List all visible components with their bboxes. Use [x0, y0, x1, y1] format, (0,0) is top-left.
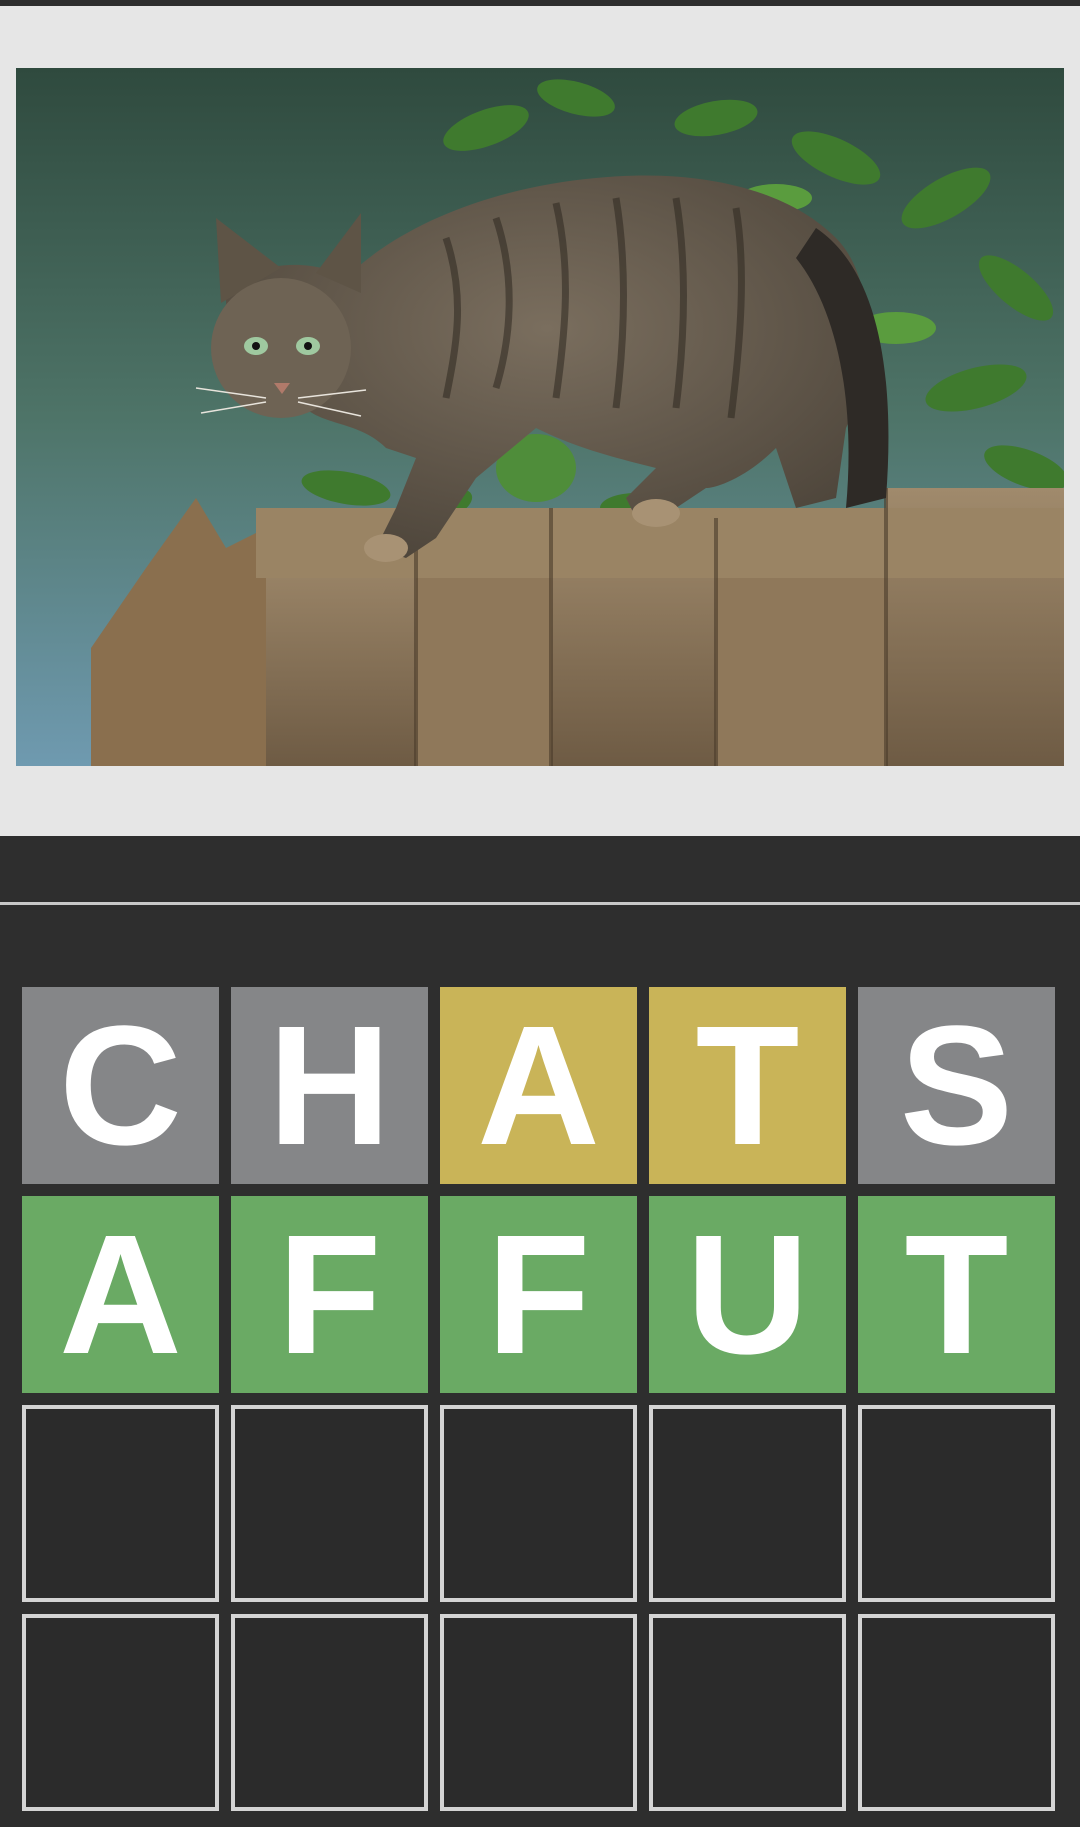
- letter-tile: [231, 1405, 428, 1602]
- divider-line: [0, 902, 1080, 905]
- header-band: [0, 836, 1080, 904]
- letter-tile: [858, 1614, 1055, 1811]
- letter-tile: [649, 1405, 846, 1602]
- letter-tile: T: [858, 1196, 1055, 1393]
- letter-tile: [440, 1405, 637, 1602]
- cat-on-fence-image: [16, 68, 1064, 766]
- letter-tile: [440, 1614, 637, 1811]
- letter-tile: [231, 1614, 428, 1811]
- letter-tile: [858, 1405, 1055, 1602]
- letter-tile: F: [231, 1196, 428, 1393]
- photo-panel: [0, 6, 1080, 836]
- letter-tile: A: [440, 987, 637, 1184]
- grid-row: AFFUT: [22, 1196, 1058, 1393]
- cat-photo: [16, 68, 1064, 766]
- letter-tile: U: [649, 1196, 846, 1393]
- letter-tile: [22, 1405, 219, 1602]
- word-grid: CHATSAFFUT: [22, 987, 1058, 1823]
- letter-tile: [22, 1614, 219, 1811]
- letter-tile: H: [231, 987, 428, 1184]
- grid-row: [22, 1614, 1058, 1811]
- letter-tile: S: [858, 987, 1055, 1184]
- letter-tile: T: [649, 987, 846, 1184]
- letter-tile: C: [22, 987, 219, 1184]
- letter-tile: [649, 1614, 846, 1811]
- letter-tile: A: [22, 1196, 219, 1393]
- grid-row: [22, 1405, 1058, 1602]
- grid-row: CHATS: [22, 987, 1058, 1184]
- letter-tile: F: [440, 1196, 637, 1393]
